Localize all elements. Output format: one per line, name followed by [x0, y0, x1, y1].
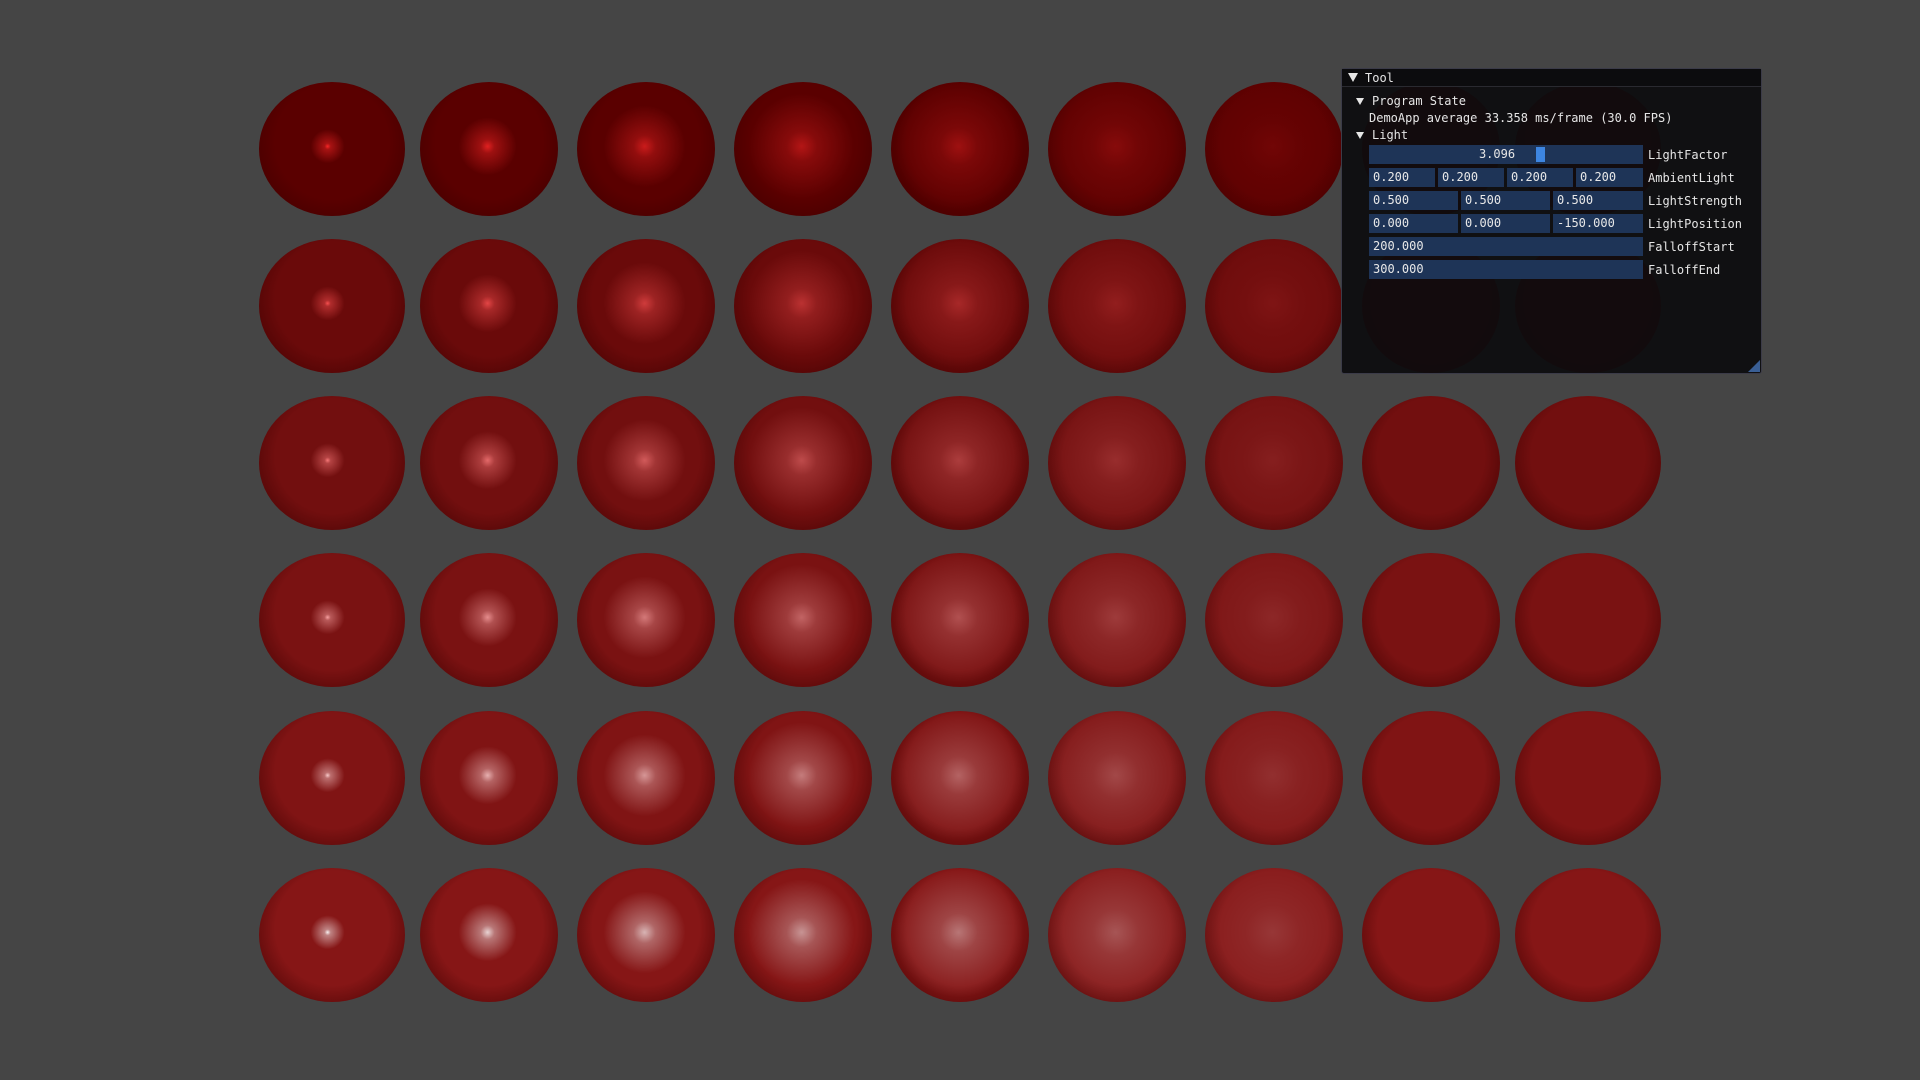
- shaded-sphere: [734, 82, 872, 216]
- shaded-sphere: [1205, 82, 1343, 216]
- expanded-triangle-icon[interactable]: [1356, 97, 1364, 105]
- ambient-light-a-field[interactable]: 0.200: [1576, 168, 1643, 187]
- shaded-sphere: [577, 82, 715, 216]
- ambient-light-r-field[interactable]: 0.200: [1369, 168, 1435, 187]
- tree-node-light[interactable]: Light: [1356, 127, 1408, 143]
- light-factor-slider[interactable]: 3.096: [1369, 145, 1643, 164]
- light-factor-label: LightFactor: [1648, 147, 1728, 162]
- shaded-sphere: [577, 553, 715, 687]
- light-strength-y-field[interactable]: 0.500: [1461, 191, 1550, 210]
- shaded-sphere: [891, 396, 1029, 530]
- shaded-sphere: [420, 553, 558, 687]
- shaded-sphere: [1515, 868, 1661, 1002]
- shaded-sphere: [891, 82, 1029, 216]
- shaded-sphere: [1205, 868, 1343, 1002]
- shaded-sphere: [1515, 711, 1661, 845]
- collapse-triangle-icon[interactable]: [1348, 73, 1358, 82]
- tool-window[interactable]: Tool Program State DemoApp average 33.35…: [1341, 68, 1762, 374]
- resize-grip-icon[interactable]: [1748, 360, 1760, 372]
- shaded-sphere: [1048, 396, 1186, 530]
- shaded-sphere: [1048, 82, 1186, 216]
- shaded-sphere: [420, 711, 558, 845]
- ambient-light-label: AmbientLight: [1648, 170, 1735, 185]
- shaded-sphere: [891, 711, 1029, 845]
- light-strength-row: 0.500 0.500 0.500 LightStrength: [1369, 191, 1742, 210]
- shaded-sphere: [420, 396, 558, 530]
- light-strength-label: LightStrength: [1648, 193, 1742, 208]
- shaded-sphere: [1205, 239, 1343, 373]
- falloff-start-row: 200.000 FalloffStart: [1369, 237, 1735, 256]
- tool-title: Tool: [1365, 70, 1394, 85]
- shaded-sphere: [259, 239, 405, 373]
- shaded-sphere: [1362, 396, 1500, 530]
- shaded-sphere: [1048, 868, 1186, 1002]
- shaded-sphere: [420, 239, 558, 373]
- light-position-x-field[interactable]: 0.000: [1369, 214, 1458, 233]
- ambient-light-row: 0.200 0.200 0.200 0.200 AmbientLight: [1369, 168, 1735, 187]
- fps-text: DemoApp average 33.358 ms/frame (30.0 FP…: [1369, 111, 1673, 125]
- shaded-sphere: [734, 711, 872, 845]
- shaded-sphere: [1362, 868, 1500, 1002]
- shaded-sphere: [259, 553, 405, 687]
- falloff-end-label: FalloffEnd: [1648, 262, 1721, 277]
- tree-node-program-state[interactable]: Program State: [1356, 93, 1466, 109]
- shaded-sphere: [1205, 396, 1343, 530]
- shaded-sphere: [420, 82, 558, 216]
- shaded-sphere: [420, 868, 558, 1002]
- shaded-sphere: [259, 868, 405, 1002]
- shaded-sphere: [1205, 711, 1343, 845]
- light-strength-z-field[interactable]: 0.500: [1553, 191, 1643, 210]
- light-factor-row: 3.096 LightFactor: [1369, 145, 1727, 164]
- tool-titlebar[interactable]: Tool: [1342, 69, 1761, 87]
- shaded-sphere: [259, 82, 405, 216]
- shaded-sphere: [1048, 553, 1186, 687]
- shaded-sphere: [1048, 239, 1186, 373]
- shaded-sphere: [1362, 711, 1500, 845]
- falloff-end-row: 300.000 FalloffEnd: [1369, 260, 1720, 279]
- shaded-sphere: [734, 553, 872, 687]
- shaded-sphere: [734, 396, 872, 530]
- shaded-sphere: [891, 553, 1029, 687]
- light-factor-value: 3.096: [1478, 147, 1516, 161]
- shaded-sphere: [1048, 711, 1186, 845]
- shaded-sphere: [891, 868, 1029, 1002]
- shaded-sphere: [734, 868, 872, 1002]
- shaded-sphere: [1515, 396, 1661, 530]
- falloff-end-field[interactable]: 300.000: [1369, 260, 1643, 279]
- light-header: Light: [1372, 128, 1409, 142]
- light-position-label: LightPosition: [1648, 216, 1742, 231]
- shaded-sphere: [577, 396, 715, 530]
- light-position-row: 0.000 0.000 -150.000 LightPosition: [1369, 214, 1742, 233]
- light-strength-x-field[interactable]: 0.500: [1369, 191, 1458, 210]
- falloff-start-field[interactable]: 200.000: [1369, 237, 1643, 256]
- shaded-sphere: [734, 239, 872, 373]
- shaded-sphere: [577, 711, 715, 845]
- shaded-sphere: [577, 868, 715, 1002]
- shaded-sphere: [259, 396, 405, 530]
- light-position-y-field[interactable]: 0.000: [1461, 214, 1550, 233]
- light-position-z-field[interactable]: -150.000: [1553, 214, 1643, 233]
- falloff-start-label: FalloffStart: [1648, 239, 1735, 254]
- shaded-sphere: [1205, 553, 1343, 687]
- shaded-sphere: [577, 239, 715, 373]
- shaded-sphere: [259, 711, 405, 845]
- shaded-sphere: [1362, 553, 1500, 687]
- expanded-triangle-icon[interactable]: [1356, 131, 1364, 139]
- program-state-header: Program State: [1372, 94, 1466, 108]
- ambient-light-b-field[interactable]: 0.200: [1507, 168, 1573, 187]
- shaded-sphere: [891, 239, 1029, 373]
- ambient-light-g-field[interactable]: 0.200: [1438, 168, 1504, 187]
- shaded-sphere: [1515, 553, 1661, 687]
